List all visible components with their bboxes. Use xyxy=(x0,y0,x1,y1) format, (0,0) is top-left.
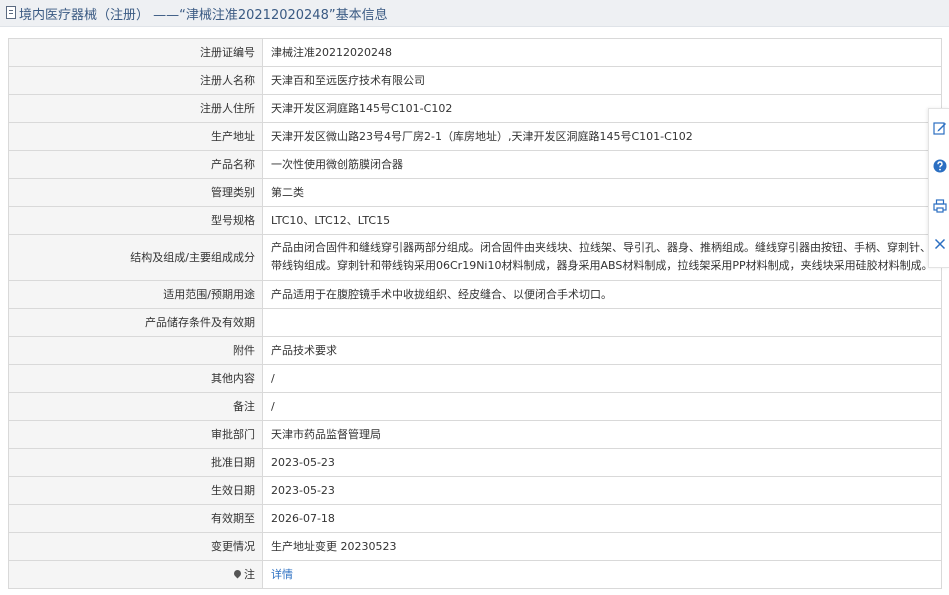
row-value: 天津开发区微山路23号4号厂房2-1（库房地址）,天津开发区洞庭路145号C10… xyxy=(262,122,942,151)
row-label: 备注 xyxy=(8,392,263,421)
row-label: 批准日期 xyxy=(8,448,263,477)
row-value: 生产地址变更 20230523 xyxy=(262,532,942,561)
table-row: 备注 / xyxy=(8,392,942,421)
row-value: LTC10、LTC12、LTC15 xyxy=(262,206,942,235)
note-label-cell: 注 xyxy=(8,560,263,589)
row-label: 其他内容 xyxy=(8,364,263,393)
edit-icon[interactable] xyxy=(933,121,947,135)
pin-icon xyxy=(232,568,243,579)
table-row: 批准日期 2023-05-23 xyxy=(8,448,942,477)
row-value: 2023-05-23 xyxy=(262,476,942,505)
table-row: 型号规格 LTC10、LTC12、LTC15 xyxy=(8,206,942,235)
table-row: 管理类别 第二类 xyxy=(8,178,942,207)
row-label: 注册人住所 xyxy=(8,94,263,123)
table-row: 注册人名称 天津百和至远医疗技术有限公司 xyxy=(8,66,942,95)
table-row: 附件 产品技术要求 xyxy=(8,336,942,365)
row-label: 生产地址 xyxy=(8,122,263,151)
note-label: 注 xyxy=(244,568,255,581)
row-label: 附件 xyxy=(8,336,263,365)
row-label: 管理类别 xyxy=(8,178,263,207)
table-row: 产品名称 一次性使用微创筋膜闭合器 xyxy=(8,150,942,179)
row-value: 产品适用于在腹腔镜手术中收拢组织、经皮缝合、以便闭合手术切口。 xyxy=(262,280,942,309)
close-icon[interactable] xyxy=(933,237,947,251)
print-icon[interactable] xyxy=(933,199,947,213)
row-label: 生效日期 xyxy=(8,476,263,505)
row-label: 有效期至 xyxy=(8,504,263,533)
row-value: 2026-07-18 xyxy=(262,504,942,533)
page-title: 境内医疗器械（注册） ——“津械注准20212020248”基本信息 xyxy=(19,8,388,23)
row-value: / xyxy=(262,364,942,393)
table-row: 生产地址 天津开发区微山路23号4号厂房2-1（库房地址）,天津开发区洞庭路145… xyxy=(8,122,942,151)
row-label: 注册证编号 xyxy=(8,38,263,67)
table-row: 审批部门 天津市药品监督管理局 xyxy=(8,420,942,449)
row-label: 结构及组成/主要组成成分 xyxy=(8,234,263,281)
info-table: 注册证编号 津械注准20212020248 注册人名称 天津百和至远医疗技术有限公司… xyxy=(8,38,942,589)
table-row: 注册证编号 津械注准20212020248 xyxy=(8,38,942,67)
side-toolbar xyxy=(928,108,949,268)
detail-link[interactable]: 详情 xyxy=(271,568,293,581)
document-icon xyxy=(6,6,16,19)
row-value: 产品由闭合固件和缝线穿引器两部分组成。闭合固件由夹线块、拉线架、导引孔、器身、推… xyxy=(262,234,942,281)
row-label: 注册人名称 xyxy=(8,66,263,95)
help-icon[interactable] xyxy=(933,159,947,173)
row-value: / xyxy=(262,392,942,421)
row-value: 第二类 xyxy=(262,178,942,207)
table-row: 变更情况 生产地址变更 20230523 xyxy=(8,532,942,561)
table-row: 结构及组成/主要组成成分 产品由闭合固件和缝线穿引器两部分组成。闭合固件由夹线块、… xyxy=(8,234,942,281)
row-value: 一次性使用微创筋膜闭合器 xyxy=(262,150,942,179)
table-row: 其他内容 / xyxy=(8,364,942,393)
row-value: 津械注准20212020248 xyxy=(262,38,942,67)
table-row: 适用范围/预期用途 产品适用于在腹腔镜手术中收拢组织、经皮缝合、以便闭合手术切口。 xyxy=(8,280,942,309)
table-row: 产品储存条件及有效期 xyxy=(8,308,942,337)
row-value: 天津开发区洞庭路145号C101-C102 xyxy=(262,94,942,123)
table-row: 注册人住所 天津开发区洞庭路145号C101-C102 xyxy=(8,94,942,123)
table-row: 有效期至 2026-07-18 xyxy=(8,504,942,533)
row-label: 型号规格 xyxy=(8,206,263,235)
page-header: 境内医疗器械（注册） ——“津械注准20212020248”基本信息 xyxy=(0,0,949,27)
row-label: 产品名称 xyxy=(8,150,263,179)
row-label: 适用范围/预期用途 xyxy=(8,280,263,309)
row-value: 2023-05-23 xyxy=(262,448,942,477)
row-label: 变更情况 xyxy=(8,532,263,561)
row-value: 天津市药品监督管理局 xyxy=(262,420,942,449)
table-row: 生效日期 2023-05-23 xyxy=(8,476,942,505)
row-label: 审批部门 xyxy=(8,420,263,449)
row-label: 产品储存条件及有效期 xyxy=(8,308,263,337)
row-value: 天津百和至远医疗技术有限公司 xyxy=(262,66,942,95)
row-value xyxy=(262,308,942,337)
note-row: 注 详情 xyxy=(8,560,942,589)
note-value-cell: 详情 xyxy=(262,560,942,589)
row-value: 产品技术要求 xyxy=(262,336,942,365)
